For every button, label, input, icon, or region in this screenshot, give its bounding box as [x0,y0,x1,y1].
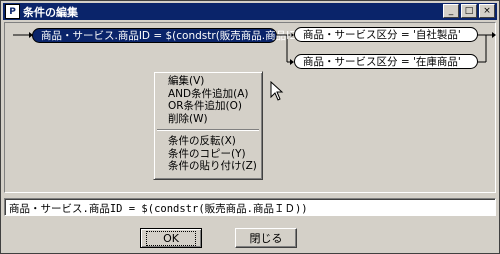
close-window-button[interactable]: × [479,4,495,18]
menu-item-add-and[interactable]: AND条件追加(A) [156,88,260,101]
ok-button-label: OK [146,230,196,246]
expression-field[interactable]: 商品・サービス.商品ID = $(condstr(販売商品.商品ＩＤ)) [4,198,496,216]
titlebar-controls: _ □ × [443,4,495,18]
ok-button[interactable]: OK [140,228,202,248]
menu-item-paste[interactable]: 条件の貼り付け(Z) [156,160,260,173]
menu-separator [157,129,259,131]
menu-item-copy[interactable]: 条件のコピー(Y) [156,148,260,161]
minimize-button[interactable]: _ [443,4,459,18]
menu-item-add-or[interactable]: OR条件追加(O) [156,100,260,113]
menu-item-invert[interactable]: 条件の反転(X) [156,135,260,148]
context-menu: 編集(V) AND条件追加(A) OR条件追加(O) 削除(W) 条件の反転(X… [153,71,263,180]
condition-node-main[interactable]: 商品・サービス.商品ID = $(condstr(販売商品.商品ID)) [32,28,306,43]
menu-item-edit[interactable]: 編集(V) [156,75,260,88]
condition-diagram-canvas[interactable]: 商品・サービス.商品ID = $(condstr(販売商品.商品ID)) 商品・… [4,22,496,193]
condition-node-branch-b[interactable]: 商品・サービス区分 = '在庫商品' [294,54,478,69]
app-icon: P [5,4,20,19]
menu-item-delete[interactable]: 削除(W) [156,113,260,126]
title-bar[interactable]: P 条件の編集 _ □ × [3,3,497,20]
window-title: 条件の編集 [23,5,78,19]
condition-node-branch-a[interactable]: 商品・サービス区分 = '自社製品' [294,27,478,42]
edit-condition-window: P 条件の編集 _ □ × 商品・サービス.商品ID = $(condstr(販… [0,0,500,254]
mouse-cursor-icon [270,81,284,101]
close-button[interactable]: 閉じる [235,228,297,248]
maximize-button[interactable]: □ [461,4,477,18]
